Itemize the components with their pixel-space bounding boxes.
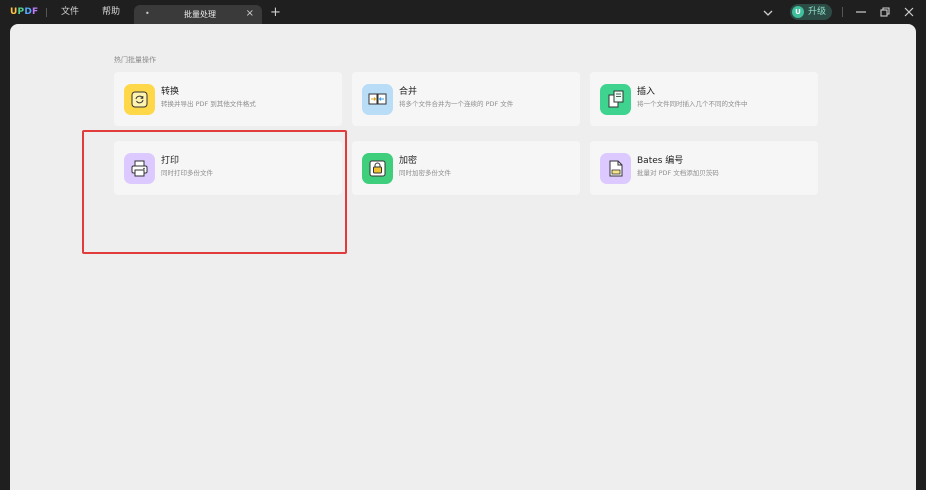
- menu-file[interactable]: 文件: [61, 5, 79, 19]
- section-title: 热门批量操作: [114, 56, 156, 64]
- card-description: 转换并导出 PDF 到其他文件格式: [161, 100, 256, 108]
- tab-batch[interactable]: • 批量处理 ×: [134, 5, 262, 24]
- add-tab-icon[interactable]: +: [270, 6, 281, 20]
- card-title: 合并: [399, 87, 418, 97]
- updf-logo[interactable]: UPDF: [10, 6, 38, 18]
- logo-letter: F: [31, 7, 39, 17]
- card-bates[interactable]: Bates 编号 批量对 PDF 文档添加贝茨码: [590, 141, 818, 195]
- upgrade-button[interactable]: U 升级: [790, 4, 832, 20]
- card-title: 插入: [637, 87, 656, 97]
- tab-unsaved-dot-icon: •: [145, 9, 150, 18]
- card-convert[interactable]: 转换 转换并导出 PDF 到其他文件格式: [114, 72, 342, 126]
- card-description: 将多个文件合并为一个连续的 PDF 文件: [399, 100, 514, 108]
- card-description: 将一个文件同时插入几个不同的文件中: [637, 100, 748, 108]
- card-title: Bates 编号: [637, 156, 684, 166]
- card-encrypt[interactable]: 加密 同时加密多份文件: [352, 141, 580, 195]
- minimize-icon[interactable]: [854, 4, 868, 18]
- merge-icon: [362, 84, 393, 115]
- logo-letter: U: [10, 7, 18, 17]
- card-title: 转换: [161, 87, 180, 97]
- restore-icon[interactable]: [878, 4, 892, 18]
- divider: [842, 7, 843, 17]
- menu-help[interactable]: 帮助: [102, 5, 120, 19]
- card-title: 加密: [399, 156, 418, 166]
- title-bar: UPDF 文件 帮助 • 批量处理 × + U 升级: [0, 0, 926, 24]
- highlight-box: [82, 130, 347, 254]
- card-merge[interactable]: 合并 将多个文件合并为一个连续的 PDF 文件: [352, 72, 580, 126]
- lock-icon: [362, 153, 393, 184]
- card-description: 同时加密多份文件: [399, 169, 451, 177]
- insert-icon: [600, 84, 631, 115]
- tab-title: 批量处理: [184, 10, 216, 19]
- bates-number-icon: [600, 153, 631, 184]
- close-window-icon[interactable]: [902, 4, 916, 18]
- avatar: U: [792, 6, 804, 18]
- card-description: 批量对 PDF 文档添加贝茨码: [637, 169, 719, 177]
- divider: [46, 8, 47, 17]
- logo-letter: D: [24, 7, 32, 17]
- card-insert[interactable]: 插入 将一个文件同时插入几个不同的文件中: [590, 72, 818, 126]
- close-tab-icon[interactable]: ×: [246, 8, 254, 20]
- batch-panel: 热门批量操作 转换 转换并导出 PDF 到其他文件格式 合并 将多个文件合并为一…: [10, 24, 916, 490]
- convert-icon: [124, 84, 155, 115]
- chevron-down-icon[interactable]: [762, 5, 774, 19]
- upgrade-label: 升级: [808, 7, 827, 17]
